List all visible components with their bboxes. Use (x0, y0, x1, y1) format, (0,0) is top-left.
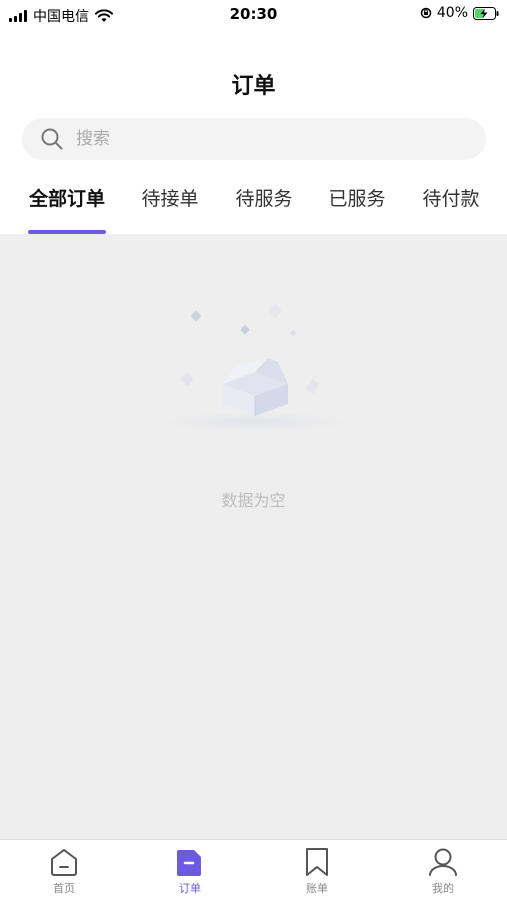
page-title: 订单 (231, 74, 276, 99)
person-icon (429, 848, 457, 876)
battery-percent: 40% (436, 5, 468, 21)
tabbar-label-bills: 账单 (306, 882, 328, 895)
tab-pending-service[interactable]: 待服务 (224, 182, 304, 234)
tabbar-label-home: 首页 (53, 882, 75, 895)
empty-box-illustration (155, 303, 355, 432)
tab-all-orders[interactable]: 全部订单 (28, 182, 106, 234)
empty-state-text: 数据为空 (221, 491, 286, 510)
tab-serviced[interactable]: 已服务 (317, 182, 397, 234)
tab-pending-accept[interactable]: 待接单 (130, 182, 210, 234)
tabbar-label-orders: 订单 (179, 882, 201, 895)
tabbar-label-mine: 我的 (432, 882, 454, 895)
tabbar-item-bills[interactable]: 账单 (277, 846, 357, 896)
home-icon (51, 849, 77, 876)
bottom-tab-bar: 首页 订单 账单 我的 (0, 839, 507, 901)
bookmark-icon (306, 848, 328, 876)
tabbar-item-orders[interactable]: 订单 (150, 846, 230, 896)
status-right: 40% (420, 5, 499, 21)
order-list-area: 数据为空 (0, 234, 507, 839)
order-tabs: 全部订单 待接单 待服务 已服务 待付款 (0, 182, 507, 234)
tab-pending-payment[interactable]: 待付款 (411, 182, 491, 234)
status-bar: 中国电信 20:30 40% (0, 0, 507, 30)
search-input[interactable] (74, 128, 458, 150)
tabbar-item-home[interactable]: 首页 (24, 846, 104, 896)
battery-charging-icon (473, 6, 499, 20)
search-bar[interactable] (22, 118, 486, 160)
order-icon (177, 850, 201, 876)
tabbar-item-mine[interactable]: 我的 (403, 846, 483, 896)
search-icon (41, 128, 63, 150)
orientation-lock-icon (420, 7, 432, 19)
